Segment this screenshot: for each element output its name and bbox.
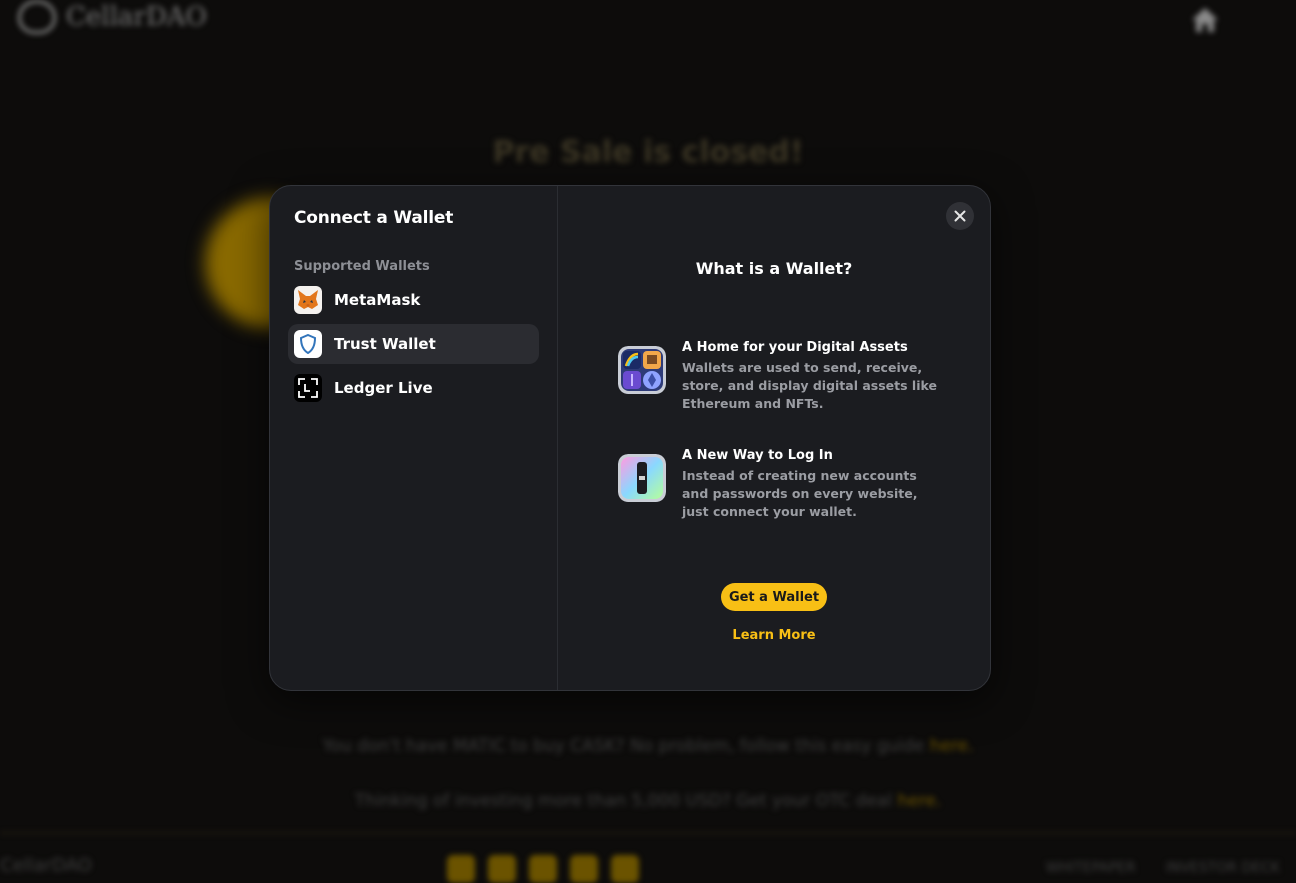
wallet-name: Ledger Live <box>334 379 433 397</box>
feature-title: A New Way to Log In <box>682 448 833 463</box>
wallet-info-panel: What is a Wallet? A Home for your Digita… <box>558 186 990 690</box>
logo-icon <box>18 0 56 34</box>
wallet-option-ledger-live[interactable]: Ledger Live <box>288 368 539 408</box>
otc-deal-text: Thinking of investing more than 5,000 US… <box>354 791 942 811</box>
footer-divider <box>0 832 1296 834</box>
feature-new-login: A New Way to Log In Instead of creating … <box>618 448 938 521</box>
wallet-list-panel: Connect a Wallet Supported Wallets MetaM… <box>270 186 558 690</box>
guide-link[interactable]: here. <box>930 736 974 756</box>
wallet-option-metamask[interactable]: MetaMask <box>288 280 539 320</box>
digital-assets-icon <box>618 346 666 394</box>
modal-title: Connect a Wallet <box>294 208 454 228</box>
trust-wallet-shield-icon <box>294 330 322 358</box>
brand-logo[interactable]: CellarDAO <box>18 0 207 34</box>
feature-text: A New Way to Log In Instead of creating … <box>682 448 938 521</box>
get-a-wallet-button[interactable]: Get a Wallet <box>721 583 827 611</box>
footer-brand: CellarDAO <box>0 855 92 876</box>
brand-name: CellarDAO <box>66 2 207 32</box>
login-key-icon <box>618 454 666 502</box>
feature-description: Wallets are used to send, receive, store… <box>682 360 937 411</box>
wallet-option-trust-wallet[interactable]: Trust Wallet <box>288 324 539 364</box>
matic-guide-text: You don't have MATIC to buy CASK? No pro… <box>322 736 974 756</box>
metamask-fox-icon <box>294 286 322 314</box>
otc-link[interactable]: here. <box>897 791 941 811</box>
supported-wallets-label: Supported Wallets <box>294 259 430 274</box>
feature-text: A Home for your Digital Assets Wallets a… <box>682 340 938 413</box>
ledger-icon <box>294 374 322 402</box>
footer-links: WHITEPAPER INVESTOR DECK <box>1046 860 1280 876</box>
investor-deck-link[interactable]: INVESTOR DECK <box>1166 860 1280 876</box>
wallet-list: MetaMask Trust Wallet Ledger Live <box>288 280 539 408</box>
feature-title: A Home for your Digital Assets <box>682 340 908 355</box>
wallet-name: Trust Wallet <box>334 335 436 353</box>
connect-wallet-modal: Connect a Wallet Supported Wallets MetaM… <box>269 185 991 691</box>
info-title: What is a Wallet? <box>695 259 853 278</box>
learn-more-link[interactable]: Learn More <box>558 628 990 643</box>
close-icon <box>954 210 966 222</box>
feature-digital-assets: A Home for your Digital Assets Wallets a… <box>618 340 938 413</box>
page-headline: Pre Sale is closed! <box>492 135 804 170</box>
wallet-name: MetaMask <box>334 291 421 309</box>
home-icon[interactable] <box>1190 6 1220 34</box>
feature-description: Instead of creating new accounts and pas… <box>682 468 918 519</box>
whitepaper-link[interactable]: WHITEPAPER <box>1046 860 1136 876</box>
close-button[interactable] <box>946 202 974 230</box>
